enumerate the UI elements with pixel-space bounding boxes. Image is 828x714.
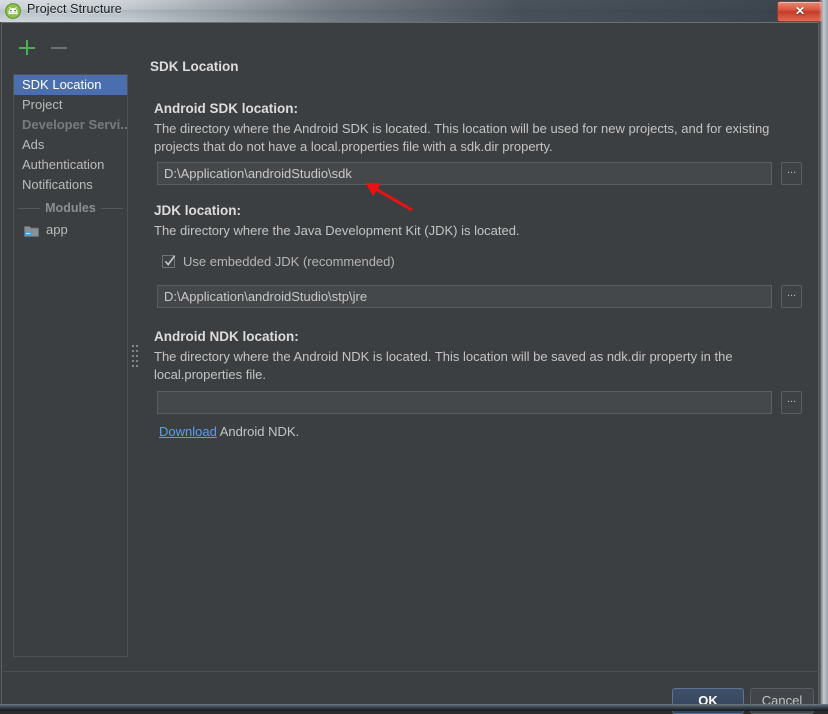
- sidebar-item-ads[interactable]: Ads: [14, 135, 127, 155]
- sidebar-item-label: Ads: [22, 137, 45, 152]
- modules-header-label: Modules: [45, 201, 96, 215]
- checkmark-icon: [164, 255, 176, 266]
- download-ndk-suffix: Android NDK.: [216, 424, 300, 439]
- jdk-field-row: D:\Application\androidStudio\stp\jre ...: [157, 285, 802, 308]
- close-icon: ✕: [794, 4, 806, 18]
- android-ndk-location-heading: Android NDK location:: [154, 329, 299, 344]
- use-embedded-jdk-checkbox[interactable]: [162, 255, 176, 268]
- splitter-dot: [132, 365, 134, 367]
- android-ndk-location-input[interactable]: [157, 391, 772, 414]
- sidebar-item-module-app[interactable]: app: [14, 219, 127, 241]
- splitter-dot: [132, 350, 134, 352]
- android-ndk-description-line1: The directory where the Android NDK is l…: [154, 349, 733, 364]
- android-sdk-description-line2: projects that do not have a local.proper…: [154, 139, 553, 154]
- modules-section-header: Modules: [14, 197, 127, 219]
- android-studio-icon: [5, 3, 21, 19]
- title-bar: Project Structure ✕: [0, 0, 828, 22]
- jdk-description: The directory where the Java Development…: [154, 223, 520, 238]
- android-sdk-browse-button[interactable]: ...: [781, 162, 802, 185]
- dialog-body: SDK Location Project Developer Servi... …: [1, 22, 819, 714]
- splitter-dot: [132, 345, 134, 347]
- android-sdk-description-line1: The directory where the Android SDK is l…: [154, 121, 770, 136]
- splitter-dot: [136, 355, 138, 357]
- sidebar-item-developer-services[interactable]: Developer Servi...: [14, 115, 127, 135]
- sidebar: SDK Location Project Developer Servi... …: [13, 74, 128, 657]
- project-structure-dialog: Project Structure ✕ SDK Location Project…: [0, 0, 828, 714]
- sidebar-item-label: Authentication: [22, 157, 105, 172]
- sidebar-item-authentication[interactable]: Authentication: [14, 155, 127, 175]
- sidebar-item-sdk-location[interactable]: SDK Location: [14, 75, 127, 95]
- android-ndk-field-row: ...: [157, 391, 802, 414]
- sidebar-toolbar: [12, 35, 122, 61]
- sidebar-item-notifications[interactable]: Notifications: [14, 175, 127, 195]
- sidebar-splitter-handle[interactable]: [132, 345, 139, 371]
- android-sdk-location-heading: Android SDK location:: [154, 101, 298, 116]
- add-module-button[interactable]: [17, 37, 37, 57]
- sidebar-item-label: Notifications: [22, 177, 93, 192]
- sdk-location-pane: SDK Location Android SDK location: The d…: [142, 47, 814, 654]
- close-button[interactable]: ✕: [777, 1, 823, 22]
- android-sdk-field-row: D:\Application\androidStudio\sdk ...: [157, 162, 802, 185]
- jdk-location-input[interactable]: D:\Application\androidStudio\stp\jre: [157, 285, 772, 308]
- splitter-dot: [136, 360, 138, 362]
- ok-button[interactable]: OK: [672, 688, 744, 714]
- use-embedded-jdk-label: Use embedded JDK (recommended): [183, 254, 395, 269]
- title-bar-sheen: [0, 0, 828, 22]
- module-folder-icon: [24, 223, 39, 237]
- window-title: Project Structure: [27, 2, 122, 16]
- sidebar-item-label: Developer Servi...: [22, 117, 127, 132]
- module-label: app: [46, 222, 68, 237]
- page-title: SDK Location: [150, 59, 239, 74]
- splitter-dot: [136, 350, 138, 352]
- splitter-dot: [136, 345, 138, 347]
- download-ndk-link[interactable]: Download: [159, 424, 217, 439]
- footer-separator: [3, 671, 819, 672]
- window-right-border: [818, 0, 828, 711]
- android-sdk-location-input[interactable]: D:\Application\androidStudio\sdk: [157, 162, 772, 185]
- splitter-dot: [132, 355, 134, 357]
- sidebar-item-project[interactable]: Project: [14, 95, 127, 115]
- ndk-download-row: Download Android NDK.: [159, 424, 299, 439]
- android-ndk-browse-button[interactable]: ...: [781, 391, 802, 414]
- remove-module-button[interactable]: [49, 37, 69, 57]
- jdk-location-heading: JDK location:: [154, 203, 242, 218]
- jdk-browse-button[interactable]: ...: [781, 285, 802, 308]
- splitter-dot: [132, 360, 134, 362]
- cancel-button[interactable]: Cancel: [750, 688, 814, 714]
- sidebar-item-label: Project: [22, 97, 63, 112]
- sidebar-item-label: SDK Location: [22, 77, 102, 92]
- android-ndk-description-line2: local.properties file.: [154, 367, 266, 382]
- splitter-dot: [136, 365, 138, 367]
